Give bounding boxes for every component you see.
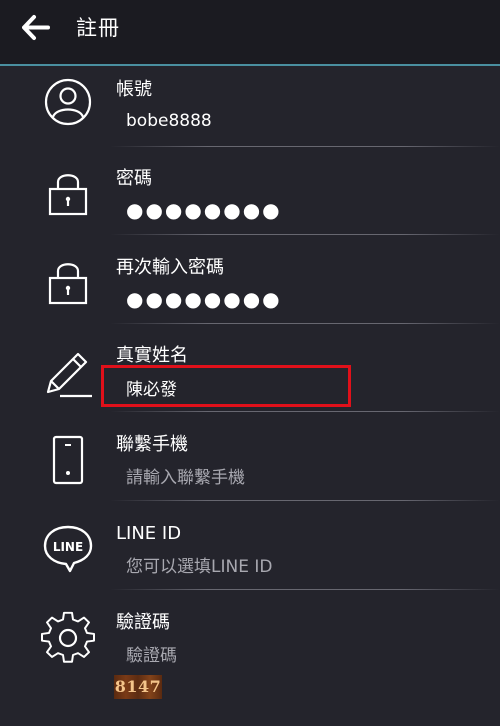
captcha-input[interactable] [116,639,476,673]
password-confirm-row: 再次輸入密碼 [0,246,500,334]
line-id-input[interactable] [116,550,476,584]
account-label: 帳號 [116,79,152,100]
mobile-phone-icon [52,435,84,485]
gear-icon [41,611,95,663]
pencil-icon [46,352,92,398]
back-button[interactable] [22,14,52,42]
lock-icon [48,263,88,305]
password-confirm-label: 再次輸入密碼 [116,257,224,278]
phone-input[interactable] [116,461,476,495]
password-label: 密碼 [116,168,152,189]
arrow-left-icon [22,15,50,40]
divider [110,323,500,324]
account-input[interactable] [116,104,476,138]
divider [110,234,500,235]
password-input[interactable] [116,193,476,227]
highlight-box [101,365,351,407]
account-row: 帳號 [0,68,500,156]
line-icon-text: LINE [53,540,83,554]
page-title: 註冊 [76,16,120,40]
phone-row: 聯繫手機 [0,423,500,511]
captcha-label: 驗證碼 [116,612,170,633]
line-icon: LINE [43,525,93,573]
lock-icon [48,174,88,216]
captcha-image[interactable]: 8147 [114,675,162,699]
divider [110,146,500,147]
line-id-label: LINE ID [116,523,182,544]
user-circle-icon [44,78,92,126]
password-row: 密碼 [0,157,500,245]
divider [110,589,500,590]
line-id-row: LINE LINE ID [0,512,500,600]
app-header: 註冊 [0,0,500,66]
captcha-row: 驗證碼 [0,601,500,689]
password-confirm-input[interactable] [116,282,476,316]
phone-label: 聯繫手機 [116,434,188,455]
divider [110,411,500,412]
divider [110,500,500,501]
